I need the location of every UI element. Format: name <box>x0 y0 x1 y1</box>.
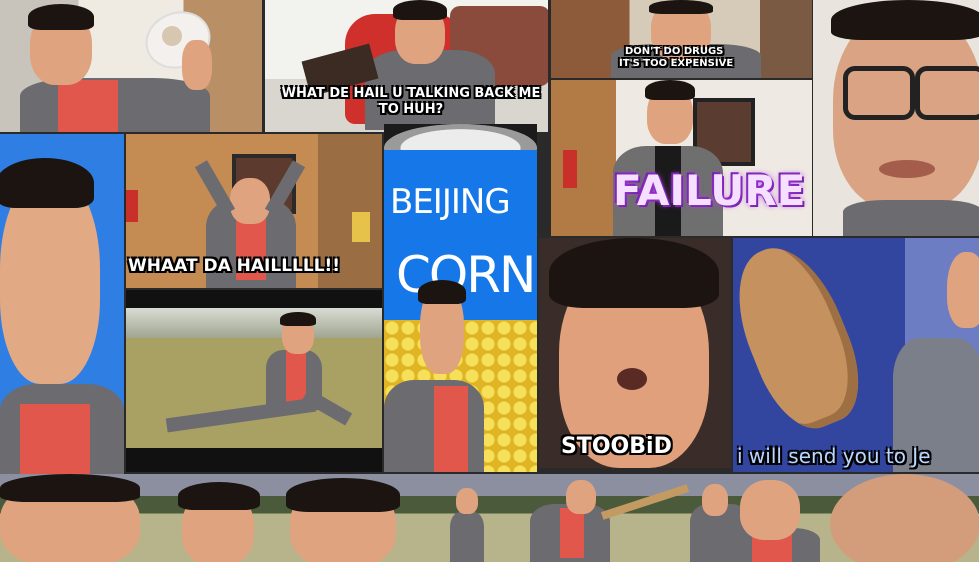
caption-talking-back: WHAT DE HAIL U TALKING BACK ME TO HUH? <box>281 86 541 117</box>
tile-field-pose <box>126 290 382 472</box>
tile-toilet-paper <box>0 0 262 132</box>
caption-dont-do-drugs-1: DON'T DO DRUGS <box>625 46 724 57</box>
can-label-beijing: BEIJING <box>390 182 511 222</box>
caption-failure: FAILURE <box>613 166 806 215</box>
caption-whaat-da-hail: WHAAT DA HAILLLLL!! <box>128 256 341 276</box>
tile-reading-book: WHAT DE HAIL U TALKING BACK ME TO HUH? <box>265 0 548 132</box>
tile-slipper: i will send you to Je <box>733 238 979 472</box>
tile-failure: FAILURE <box>551 80 812 236</box>
tile-beijing-corn-can: BEIJING CORN <box>384 124 537 472</box>
tile-glasses-face <box>813 0 979 236</box>
tile-stoobid: STOOBiD <box>539 238 731 468</box>
tile-field-clones <box>0 474 979 562</box>
glasses-icon <box>843 66 915 120</box>
tile-whaat-da-hail: WHAAT DA HAILLLLL!! <box>126 134 382 288</box>
tile-blue-bg <box>0 134 124 474</box>
tile-dont-do-drugs: DON'T DO DRUGS IT'S TOO EXPENSIVE <box>551 0 812 78</box>
caption-stoobid: STOOBiD <box>561 434 672 459</box>
caption-dont-do-drugs-2: IT'S TOO EXPENSIVE <box>619 58 734 69</box>
meme-collage: WHAT DE HAIL U TALKING BACK ME TO HUH? D… <box>0 0 979 562</box>
caption-send-to: i will send you to Je <box>737 444 931 468</box>
